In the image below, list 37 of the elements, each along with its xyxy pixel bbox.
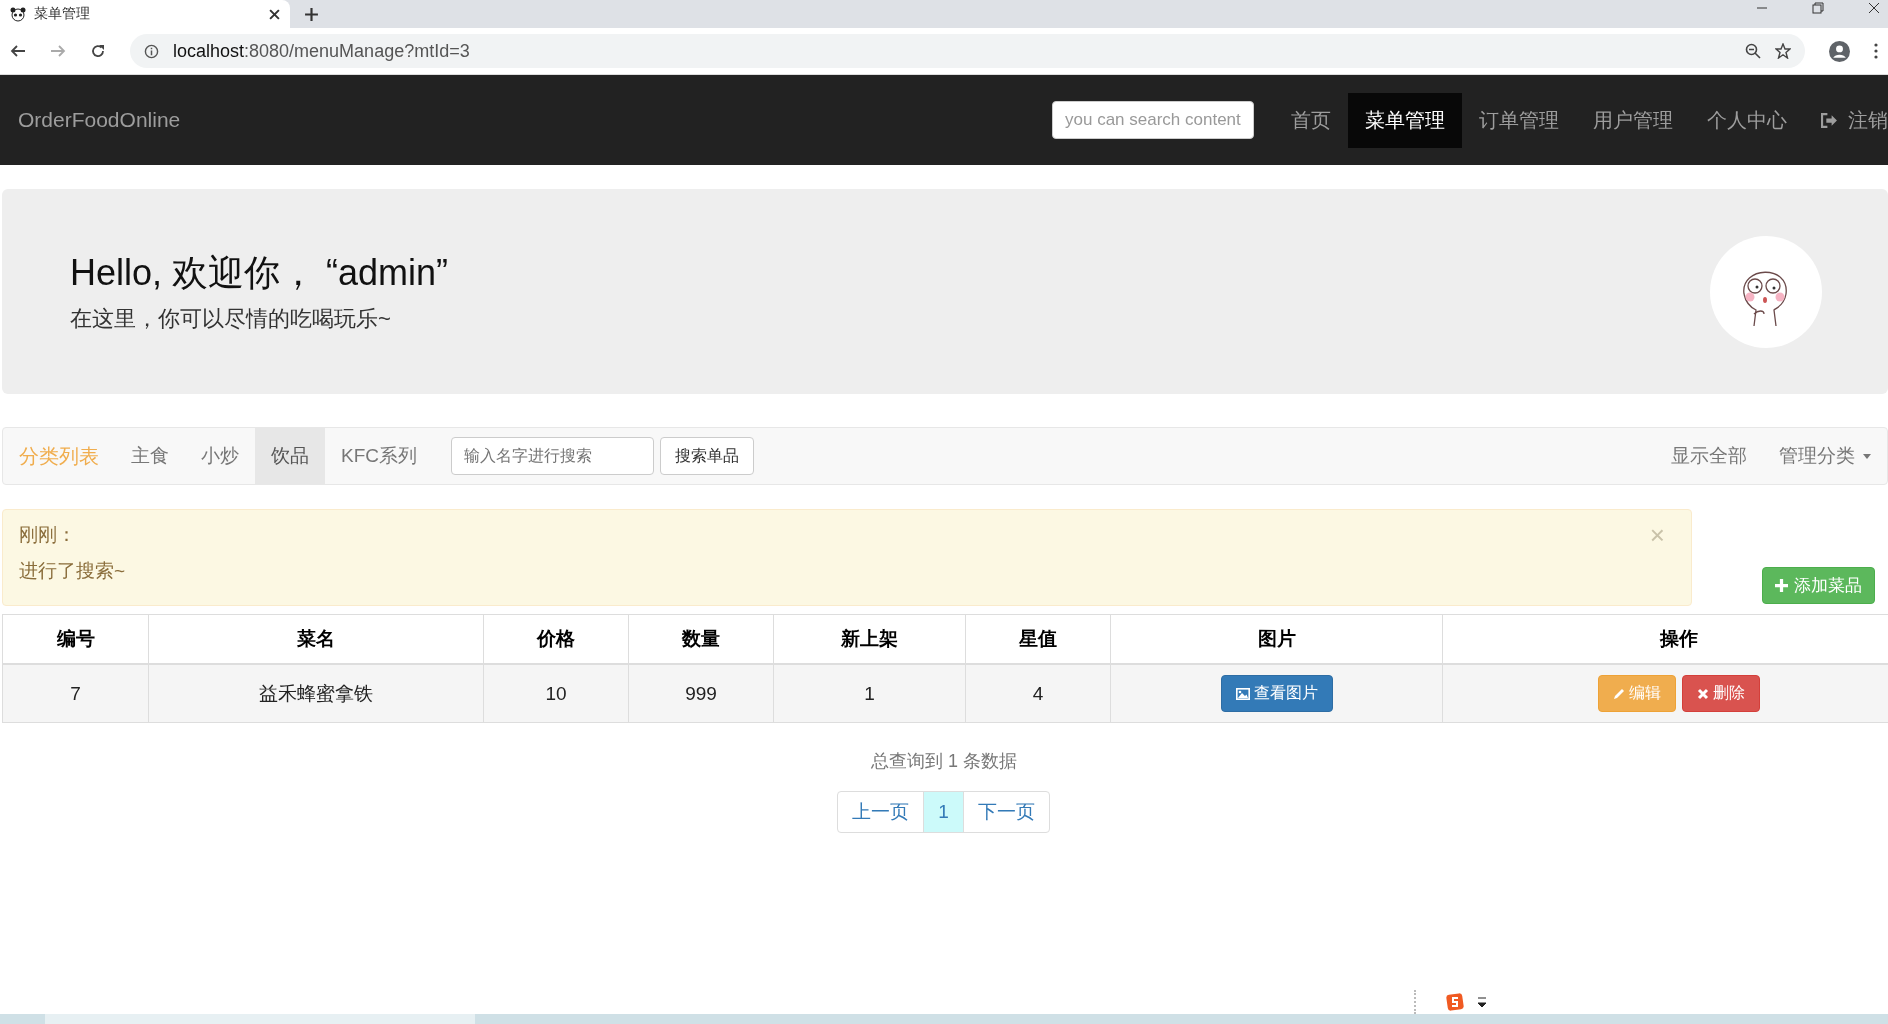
logout-link[interactable]: 注销	[1804, 92, 1888, 148]
search-field[interactable]: 输入名字进行搜索	[451, 437, 654, 475]
tab-title: 菜单管理	[34, 5, 91, 23]
page-link[interactable]: 1	[923, 791, 964, 833]
category-list-title: 分类列表	[19, 443, 99, 469]
search-field[interactable]: you can search content	[1052, 101, 1254, 139]
result-count-text: 总查询到 1 条数据	[870, 750, 1018, 773]
brand-link[interactable]: OrderFoodOnline	[18, 108, 181, 132]
alert-title: 刚刚：	[19, 523, 77, 547]
search-button[interactable]: 搜索单品	[660, 437, 754, 475]
next-page-link[interactable]: 下一页	[962, 791, 1050, 833]
table-cell: 益禾蜂蜜拿铁	[148, 664, 484, 723]
alert-message: 进行了搜索~	[19, 559, 127, 583]
greeting-heading: Hello, 欢迎你， “admin”	[70, 251, 449, 295]
category-tab[interactable]: 饮品	[255, 428, 325, 484]
nav-link[interactable]: 订单管理	[1462, 92, 1576, 148]
table-cell: 4	[965, 664, 1111, 723]
nav-link[interactable]: 菜单管理	[1348, 92, 1462, 148]
address-bar[interactable]: localhost:8080/menuManage?mtId=3	[130, 34, 1805, 68]
delete-button[interactable]: 删除	[1681, 675, 1760, 712]
table-cell: 10	[483, 664, 629, 723]
category-tab[interactable]: 小炒	[185, 428, 255, 484]
nav-link[interactable]: 个人中心	[1690, 92, 1804, 148]
nav-link[interactable]: 首页	[1274, 92, 1348, 148]
add-dish-button[interactable]: 添加菜品	[1762, 567, 1875, 604]
category-tab[interactable]: 主食	[115, 428, 185, 484]
category-tab[interactable]: KFC系列	[325, 428, 433, 484]
show-all-link[interactable]: 显示全部	[1655, 428, 1763, 484]
table-cell: 999	[628, 664, 774, 723]
nav-link[interactable]: 用户管理	[1576, 92, 1690, 148]
manage-category-dropdown[interactable]: 管理分类	[1763, 428, 1887, 484]
url-text: localhost:8080/menuManage?mtId=3	[173, 40, 470, 62]
table-cell: 1	[773, 664, 966, 723]
welcome-subtitle: 在这里，你可以尽情的吃喝玩乐~	[70, 305, 392, 333]
view-image-button[interactable]: 查看图片	[1220, 675, 1333, 712]
browser-tab[interactable]: 菜单管理	[0, 0, 290, 28]
table-cell: 7	[2, 664, 149, 723]
